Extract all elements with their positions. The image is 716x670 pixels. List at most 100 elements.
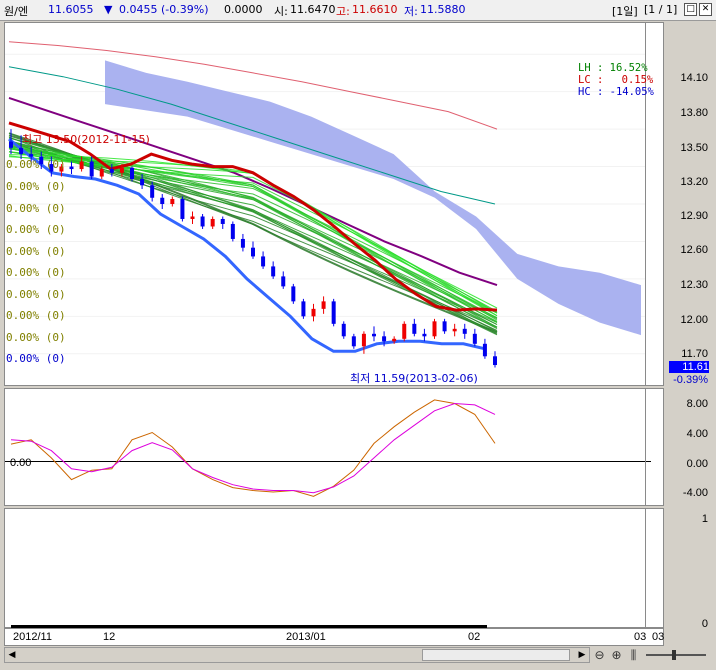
candle-body (351, 336, 356, 347)
osc-zero-label: 0.00 (10, 457, 32, 469)
ma-label: 0.00% (0) (6, 158, 66, 171)
candle-body (140, 179, 145, 186)
candle-body (301, 301, 306, 317)
close-icon[interactable]: ✕ (699, 3, 712, 16)
candle-body (442, 321, 447, 332)
zoom-slider-track[interactable] (646, 654, 706, 656)
x-tick: 2012/11 (13, 631, 52, 643)
open-label: 시: (274, 5, 288, 18)
ma-label: 0.00% (0) (6, 266, 66, 279)
candle-body (412, 323, 417, 334)
candle-body (210, 218, 215, 227)
oscillator-line (10, 399, 496, 497)
price-tick: 12.90 (680, 210, 708, 222)
quote-header: 원/엔 11.6055 ▼ 0.0455 (-0.39%) 0.0000 시: … (0, 0, 716, 21)
candle-body (452, 328, 457, 332)
change-value: 0.0455 (119, 3, 158, 16)
low-annotation: 최저 11.59(2013-02-06) (350, 372, 478, 385)
ma-label: 0.00% (0) (6, 309, 66, 322)
ribbon-ma-line (8, 143, 498, 321)
oscillator-line (10, 402, 496, 494)
period-selector[interactable]: [1일] (612, 3, 638, 19)
x-tick: 02 (468, 631, 481, 643)
ma-label: 0.00% (0) (6, 180, 66, 193)
osc-tick: 8.00 (686, 398, 708, 410)
high-label: 고: (336, 5, 350, 18)
candle-body (321, 301, 326, 309)
lc-value: 0.15% (621, 74, 654, 86)
price-tick: 13.50 (680, 142, 708, 154)
ma-label: 0.00% (0) (6, 352, 66, 365)
x-tick: 2013/01 (286, 631, 326, 643)
high-value: 11.6610 (352, 3, 398, 16)
candle-body (311, 308, 316, 317)
candle-body (180, 199, 185, 219)
candle-body (382, 336, 387, 342)
zoom-in-icon[interactable]: ⊕ (609, 648, 624, 663)
price-chart (5, 23, 663, 385)
horizontal-scrollbar[interactable]: ◀ ▶ (4, 647, 590, 663)
bars-icon[interactable]: ⫼ (626, 648, 641, 663)
volume-tick: 0 (701, 618, 708, 630)
candle-body (69, 166, 74, 170)
candle-body (291, 286, 296, 302)
candle-body (9, 141, 13, 148)
osc-tick: -4.00 (682, 487, 708, 499)
candle-body (331, 301, 336, 324)
low-value: 11.5880 (420, 3, 466, 16)
candle-body (482, 343, 487, 357)
ribbon-ma-line (8, 155, 498, 317)
current-pct-label: -0.39% (673, 374, 708, 386)
price-tick: 11.70 (681, 348, 708, 360)
open-value: 11.6470 (290, 3, 336, 16)
volume-panel (4, 508, 664, 628)
lh-label: LH (578, 62, 591, 74)
candle-body (79, 161, 84, 170)
price-tick: 12.30 (680, 279, 708, 291)
ma-label: 0.00% (0) (6, 202, 66, 215)
ma-label: 0.00% (0) (6, 223, 66, 236)
candle-body (462, 328, 467, 334)
candle-body (150, 185, 155, 198)
down-arrow-icon: ▼ (104, 3, 113, 16)
candle-body (372, 333, 376, 337)
lh-lc-hc-legend: LH : 16.52% LC : 0.15% HC : -14.05% (578, 62, 654, 98)
price-tick: 12.00 (680, 314, 708, 326)
high-annotation: 최고 13.50(2012-11-15) (22, 133, 150, 146)
candle-body (341, 323, 346, 337)
candle-body (19, 147, 24, 155)
x-tick: 12 (103, 631, 116, 643)
maximize-icon[interactable]: □ (684, 3, 697, 16)
zoom-slider-handle[interactable] (672, 650, 676, 660)
price-panel (4, 22, 664, 386)
x-tick: 03 (634, 631, 647, 643)
candle-body (230, 223, 235, 239)
candle-body (160, 197, 165, 204)
candle-body (251, 247, 255, 257)
scrollbar-thumb[interactable] (422, 649, 570, 661)
candle-body (240, 238, 245, 248)
price-tick: 13.80 (680, 107, 708, 119)
price-tick: 13.20 (680, 176, 708, 188)
x-tick: 03 (652, 631, 665, 643)
candle-body (271, 266, 276, 277)
page-indicator: [1 / 1] (644, 3, 678, 16)
price-tick: 14.10 (680, 72, 708, 84)
scroll-right-icon[interactable]: ▶ (575, 648, 589, 662)
volume-tick: 1 (701, 513, 708, 525)
hc-value: -14.05% (609, 86, 654, 98)
hc-label: HC (578, 86, 591, 98)
ma-label: 0.00% (0) (6, 288, 66, 301)
zoom-out-icon[interactable]: ⊖ (592, 648, 607, 663)
current-price-badge: 11.61 (669, 361, 709, 373)
osc-tick: 0.00 (686, 458, 708, 470)
candle-body (119, 167, 124, 173)
lh-value: 16.52% (609, 62, 648, 74)
candle-body (170, 199, 175, 204)
candle-body (281, 276, 286, 287)
osc-tick: 4.00 (686, 428, 708, 440)
candle-body (200, 216, 205, 227)
change-pct: (-0.39%) (161, 3, 209, 16)
scroll-left-icon[interactable]: ◀ (5, 648, 19, 662)
candle-body (392, 338, 397, 342)
